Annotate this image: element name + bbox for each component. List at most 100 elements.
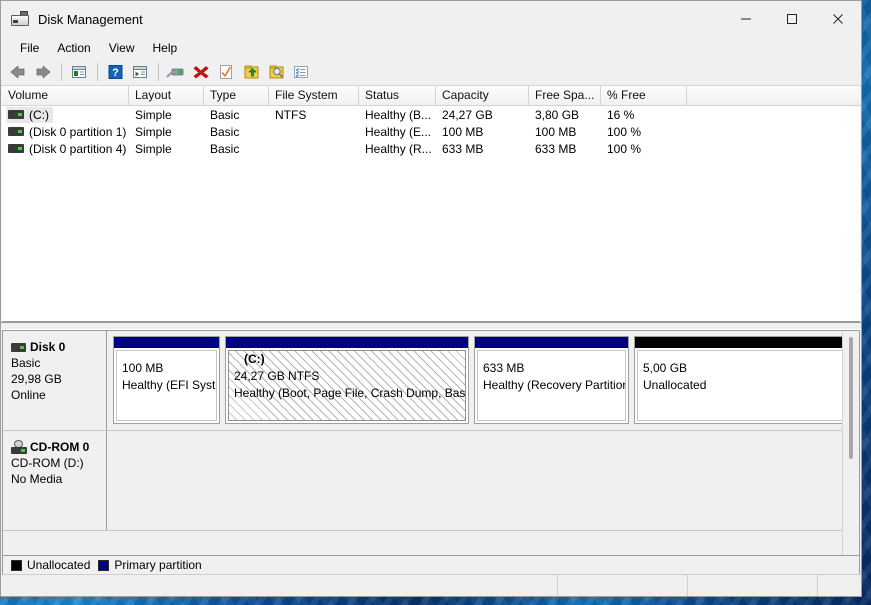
cell-capacity: 100 MB (442, 124, 484, 139)
back-icon[interactable] (6, 61, 30, 83)
disk-type-label: CD-ROM (D:) (11, 456, 84, 470)
partition-efi[interactable]: 100 MB Healthy (EFI Syster (113, 336, 220, 424)
partition-body: 5,00 GB Unallocated (637, 350, 842, 421)
table-row[interactable]: (Disk 0 partition 4) Simple Basic Health… (2, 140, 860, 157)
show-hide-console-tree-icon[interactable] (67, 61, 91, 83)
cell-type: Basic (210, 124, 240, 139)
legend-swatch-unallocated (11, 559, 22, 571)
partition-body: (C:) 24,27 GB NTFS Healthy (Boot, Page F… (228, 350, 466, 421)
partition-status: Healthy (EFI Syster (122, 378, 217, 392)
disk-size-label: 29,98 GB (11, 372, 62, 386)
menu-item-view[interactable]: View (100, 39, 144, 57)
properties-icon[interactable] (164, 61, 188, 83)
legend: Unallocated Primary partition (2, 555, 860, 574)
disk-info-panel[interactable]: Disk 0 Basic 29,98 GB Online (3, 331, 107, 430)
title-bar: Disk Management (1, 1, 861, 37)
minimize-icon[interactable] (723, 1, 769, 37)
cell-free-space: 3,80 GB (535, 107, 580, 122)
column-header-free-space[interactable]: Free Spa... (529, 86, 601, 105)
cell-volume[interactable]: (Disk 0 partition 1) (2, 124, 129, 140)
menu-item-file[interactable]: File (11, 39, 48, 57)
window-controls (723, 1, 861, 37)
column-header-layout[interactable]: Layout (129, 86, 204, 105)
cell-percent-free: 16 % (607, 107, 635, 122)
cell-volume-label: (Disk 0 partition 1) (29, 124, 127, 139)
cd-rom-empty-area (107, 431, 842, 530)
partition-color-bar (114, 337, 219, 348)
partition-unallocated[interactable]: 5,00 GB Unallocated (634, 336, 842, 424)
cell-type: Basic (210, 141, 240, 156)
disk-status-label: No Media (11, 472, 63, 486)
column-header-percent-free[interactable]: % Free (601, 86, 687, 105)
scrollbar-thumb[interactable] (849, 337, 853, 459)
cell-volume[interactable]: (Disk 0 partition 4) (2, 141, 129, 157)
legend-item-primary-partition: Primary partition (98, 558, 202, 572)
disk-icon (11, 342, 26, 352)
column-header-file-system[interactable]: File System (269, 86, 359, 105)
forward-icon[interactable] (31, 61, 55, 83)
cell-layout: Simple (135, 141, 172, 156)
column-header-capacity[interactable]: Capacity (436, 86, 529, 105)
menu-bar: File Action View Help (1, 37, 861, 59)
menu-item-action[interactable]: Action (48, 39, 99, 57)
column-header-status[interactable]: Status (359, 86, 436, 105)
disk-info-panel[interactable]: CD-ROM 0 CD-ROM (D:) No Media (3, 431, 107, 530)
disk-status-label: Online (11, 388, 46, 402)
partition-c[interactable]: (C:) 24,27 GB NTFS Healthy (Boot, Page F… (225, 336, 469, 424)
status-cell-3 (688, 575, 818, 596)
legend-swatch-primary-partition (98, 559, 110, 571)
main-content: Volume Layout Type File System Status Ca… (1, 86, 861, 596)
partition-recovery[interactable]: 633 MB Healthy (Recovery Partition (474, 336, 629, 424)
partition-status: Healthy (Recovery Partition (483, 378, 626, 392)
cell-percent-free: 100 % (607, 124, 642, 139)
cell-status: Healthy (B... (365, 107, 432, 122)
table-row[interactable]: (C:) Simple Basic NTFS Healthy (B... 24,… (2, 106, 860, 123)
table-row[interactable]: (Disk 0 partition 1) Simple Basic Health… (2, 123, 860, 140)
window-title: Disk Management (38, 11, 143, 27)
close-icon[interactable] (815, 1, 861, 37)
extend-volume-icon[interactable] (239, 61, 263, 83)
cell-layout: Simple (135, 107, 172, 122)
volume-list-header: Volume Layout Type File System Status Ca… (2, 86, 860, 106)
disk-management-window: Disk Management File Action View Help ? … (0, 0, 862, 597)
cell-volume-label: (Disk 0 partition 4) (29, 141, 127, 156)
partition-size: 5,00 GB (643, 361, 688, 375)
explore-icon[interactable] (264, 61, 288, 83)
status-bar (1, 574, 861, 596)
partition-size: 633 MB (483, 361, 525, 375)
cell-percent-free: 100 % (607, 141, 642, 156)
cell-type: Basic (210, 107, 240, 122)
partition-body: 100 MB Healthy (EFI Syster (116, 350, 217, 421)
maximize-icon[interactable] (769, 1, 815, 37)
cell-volume[interactable]: (C:) (2, 106, 129, 123)
cell-volume-label: (C:) (29, 107, 49, 122)
partition-color-bar (226, 337, 468, 348)
disk-row: CD-ROM 0 CD-ROM (D:) No Media (3, 431, 842, 531)
cell-layout: Simple (135, 124, 172, 139)
partition-size: 100 MB (122, 361, 164, 375)
disk-management-icon (11, 11, 29, 27)
menu-item-help[interactable]: Help (144, 39, 187, 57)
graphical-view-scrollbar[interactable] (842, 331, 859, 555)
toolbar-separator (97, 63, 98, 81)
check-disk-icon[interactable] (214, 61, 238, 83)
column-header-filler[interactable] (687, 86, 860, 105)
column-header-type[interactable]: Type (204, 86, 269, 105)
toolbar: ? (1, 59, 861, 86)
graphical-view-scroll-host: Disk 0 Basic 29,98 GB Online 100 MB Heal… (3, 331, 842, 555)
svg-text:?: ? (112, 67, 119, 79)
disk-name-label: CD-ROM 0 (30, 440, 90, 454)
delete-icon[interactable] (189, 61, 213, 83)
partition-size: 24,27 GB NTFS (234, 369, 320, 383)
partition-color-bar (635, 337, 842, 348)
cell-free-space: 100 MB (535, 124, 577, 139)
pane-splitter[interactable] (1, 322, 861, 330)
help-icon[interactable]: ? (103, 61, 127, 83)
volume-list[interactable]: Volume Layout Type File System Status Ca… (2, 86, 860, 322)
list-view-icon[interactable] (289, 61, 313, 83)
legend-item-unallocated: Unallocated (11, 558, 90, 572)
column-header-volume[interactable]: Volume (2, 86, 129, 105)
show-hide-action-pane-icon[interactable] (128, 61, 152, 83)
legend-label-primary-partition: Primary partition (114, 558, 202, 572)
disk-title: CD-ROM 0 (11, 439, 106, 455)
